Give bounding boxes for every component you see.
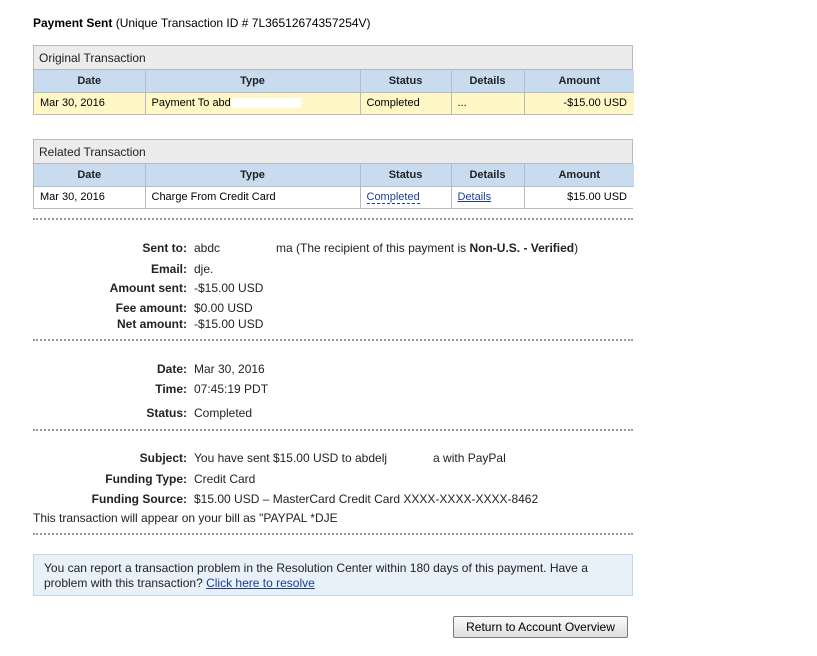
subject-row: Subject: You have sent $15.00 USD to abd… [33, 451, 633, 467]
divider [33, 533, 633, 535]
funding-source-value: $15.00 USD – MasterCard Credit Card XXXX… [194, 492, 539, 506]
cell-date: Mar 30, 2016 [34, 186, 146, 208]
cell-status: Completed [360, 186, 452, 208]
amount-sent-label: Amount sent: [109, 281, 187, 295]
date-value: Mar 30, 2016 [194, 362, 265, 376]
net-amount-label: Net amount: [117, 317, 187, 331]
divider [33, 339, 633, 341]
subject-text-start: You have sent $15.00 USD to abdelj [194, 451, 388, 465]
recipient-status: Non-U.S. - Verified [469, 241, 575, 255]
email-label: Email: [150, 262, 187, 276]
date-label: Date: [156, 362, 187, 376]
transaction-id: (Unique Transaction ID # 7L3651267435725… [115, 16, 371, 30]
bill-descriptor-text: This transaction will appear on your bil… [33, 511, 338, 525]
cell-type-text: Payment To abd [151, 97, 231, 110]
cell-details: Details [451, 186, 525, 208]
email-text: dje. [194, 262, 214, 276]
details-link[interactable]: Details [458, 191, 492, 203]
time-value: 07:45:19 PDT [194, 382, 269, 396]
fee-amount-row: Fee amount: $0.00 USD [33, 301, 633, 317]
cell-amount: -$15.00 USD [524, 92, 634, 114]
email-value: dje. [194, 262, 304, 276]
funding-source-label: Funding Source: [91, 492, 187, 506]
page-header: Payment Sent (Unique Transaction ID # 7L… [33, 16, 371, 30]
cell-type: Charge From Credit Card [145, 186, 361, 208]
column-header-date: Date [34, 164, 146, 187]
email-row: Email: dje. [33, 262, 633, 278]
original-transaction-box: Original Transaction Date Type Status De… [33, 45, 634, 115]
time-row: Time: 07:45:19 PDT [33, 382, 633, 398]
return-to-account-overview-button[interactable]: Return to Account Overview [453, 616, 628, 638]
subject-value: You have sent $15.00 USD to abdelj a with… [194, 451, 506, 465]
redaction-mask [337, 513, 368, 524]
funding-source-row: Funding Source: $15.00 USD – MasterCard … [33, 492, 633, 508]
redaction-mask [387, 453, 434, 464]
column-header-status: Status [360, 164, 452, 187]
funding-type-label: Funding Type: [105, 472, 187, 486]
column-header-type: Type [145, 70, 361, 93]
funding-type-row: Funding Type: Credit Card [33, 472, 633, 488]
original-transaction-caption: Original Transaction [34, 46, 632, 70]
related-transaction-table: Date Type Status Details Amount Mar 30, … [34, 164, 634, 208]
status-value: Completed [194, 406, 253, 420]
amount-sent-value: -$15.00 USD [194, 281, 264, 295]
status-label: Status: [146, 406, 187, 420]
table-row: Mar 30, 2016 Charge From Credit Card Com… [34, 186, 634, 208]
fee-amount-label: Fee amount: [115, 301, 187, 315]
status-row: Status: Completed [33, 406, 633, 422]
subject-text-end: a with PayPal [433, 451, 506, 465]
divider [33, 218, 633, 220]
sent-to-row: Sent to: abdc ma (The recipient of this p… [33, 241, 633, 257]
recipient-note: ma (The recipient of this payment is [276, 241, 470, 255]
redaction-mask [220, 243, 277, 254]
column-header-status: Status [360, 70, 452, 93]
column-header-amount: Amount [524, 70, 634, 93]
amount-sent-row: Amount sent: -$15.00 USD [33, 281, 633, 297]
sent-to-label: Sent to: [142, 241, 187, 255]
cell-type: Payment To abd [145, 92, 361, 114]
time-label: Time: [155, 382, 187, 396]
column-header-date: Date [34, 70, 146, 93]
page-title: Payment Sent [33, 16, 113, 30]
cell-status: Completed [360, 92, 452, 114]
redaction-mask [230, 98, 301, 109]
date-row: Date: Mar 30, 2016 [33, 362, 633, 378]
recipient-name: abdc [194, 241, 221, 255]
related-transaction-caption: Related Transaction [34, 140, 632, 164]
divider [33, 429, 633, 431]
cell-date: Mar 30, 2016 [34, 92, 146, 114]
cell-details: ... [451, 92, 525, 114]
recipient-note-end: ) [574, 241, 579, 255]
net-amount-row: Net amount: -$15.00 USD [33, 317, 633, 333]
table-row: Mar 30, 2016 Payment To abd Completed ..… [34, 92, 634, 114]
sent-to-value: abdc ma (The recipient of this payment is… [194, 241, 578, 255]
fee-amount-value: $0.00 USD [194, 301, 253, 315]
notice-text: You can report a transaction problem in … [44, 561, 588, 590]
cell-amount: $15.00 USD [524, 186, 634, 208]
status-completed-link[interactable]: Completed [366, 191, 420, 205]
subject-label: Subject: [139, 451, 187, 465]
funding-type-value: Credit Card [194, 472, 256, 486]
redaction-mask [213, 264, 304, 275]
related-transaction-box: Related Transaction Date Type Status Det… [33, 139, 634, 209]
column-header-type: Type [145, 164, 361, 187]
resolution-center-notice: You can report a transaction problem in … [33, 554, 633, 596]
original-transaction-table: Date Type Status Details Amount Mar 30, … [34, 70, 634, 114]
column-header-amount: Amount [524, 164, 634, 187]
column-header-details: Details [451, 70, 525, 93]
bill-descriptor-line: This transaction will appear on your bil… [33, 511, 368, 525]
column-header-details: Details [451, 164, 525, 187]
resolve-link[interactable]: Click here to resolve [206, 576, 315, 590]
net-amount-value: -$15.00 USD [194, 317, 264, 331]
